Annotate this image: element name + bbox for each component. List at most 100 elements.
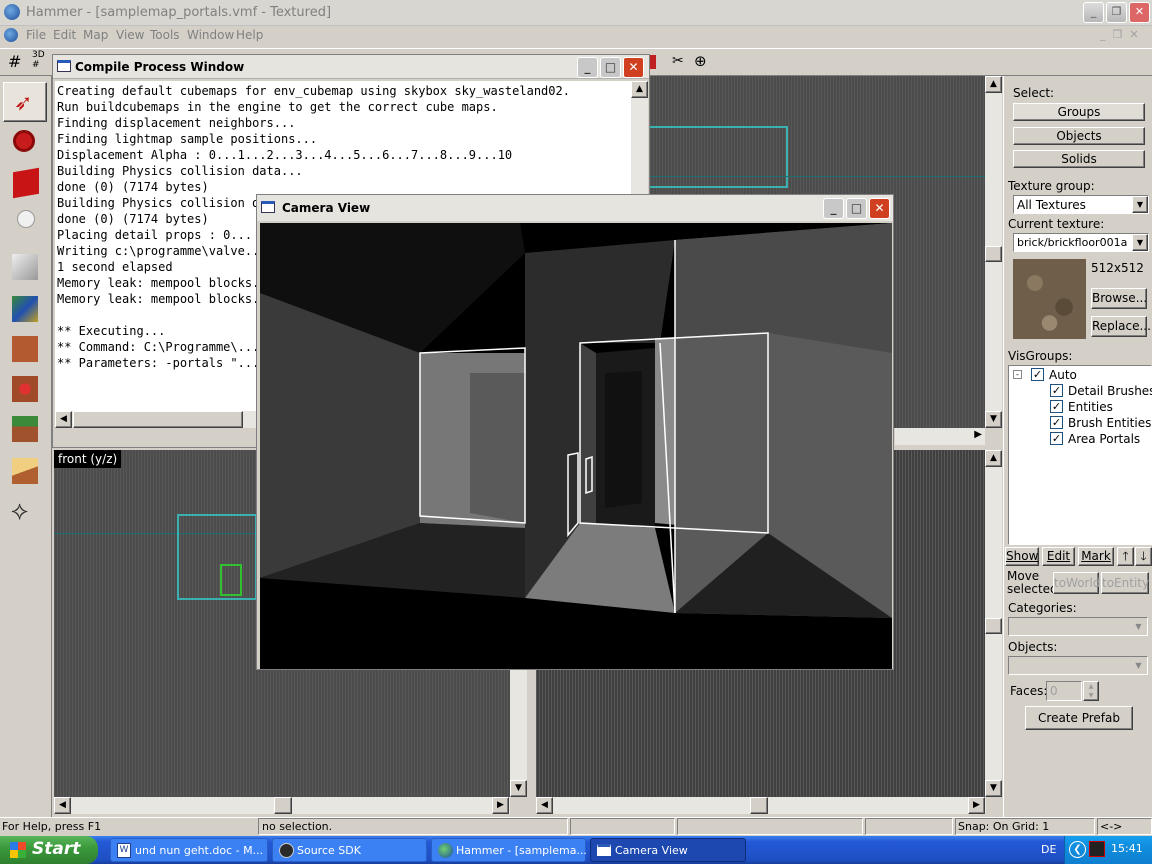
camera-viewport[interactable] (260, 223, 892, 669)
target-tool-icon[interactable]: ⊕ (694, 52, 707, 70)
faces-input[interactable]: 0 (1046, 681, 1082, 701)
menu-map[interactable]: Map (83, 28, 108, 42)
edit-button[interactable]: Edit (1042, 547, 1075, 566)
scroll-thumb[interactable] (985, 618, 1002, 634)
texture-group-select[interactable]: All Textures ▼ (1013, 195, 1149, 214)
viewport-front-label: front (y/z) (54, 450, 122, 468)
faces-spinner[interactable]: ▲ ▼ (1083, 681, 1099, 701)
groups-button[interactable]: Groups (1013, 103, 1145, 121)
chevron-down-icon[interactable]: ▼ (1131, 619, 1146, 634)
texture-tool[interactable] (3, 290, 47, 330)
move-up-icon[interactable]: 🡑 (1117, 547, 1134, 566)
to-entity-button[interactable]: toEntity (1101, 572, 1149, 594)
scroll-up-icon[interactable]: ▲ (985, 76, 1002, 93)
viewport-top-right-hscroll[interactable]: ▶ (895, 428, 985, 445)
taskbar-item-camera[interactable]: Camera View (590, 838, 746, 862)
language-indicator[interactable]: DE (1041, 843, 1056, 856)
block-tool[interactable] (3, 248, 47, 288)
chevron-down-icon[interactable]: ▼ (1131, 658, 1146, 673)
viewport-front-vscroll[interactable]: ▼ (510, 670, 527, 797)
visgroup-checkbox[interactable]: ✓ (1050, 416, 1063, 429)
overlay-tool[interactable] (3, 410, 47, 450)
viewport-bottom-right-hscroll[interactable]: ◀ ▶ (536, 797, 986, 814)
minimize-button[interactable]: _ (823, 198, 844, 219)
mark-button[interactable]: Mark (1078, 547, 1114, 566)
solids-button[interactable]: Solids (1013, 150, 1145, 168)
replace-button[interactable]: Replace... (1091, 316, 1151, 337)
camera-title-bar[interactable]: Camera View _ □ ✕ (257, 195, 893, 221)
scroll-right-icon[interactable]: ▶ (974, 429, 982, 440)
decal-tool[interactable] (3, 370, 47, 410)
menu-window[interactable]: Window (187, 28, 234, 42)
viewport-top-right-vscroll[interactable]: ▲ ▼ (985, 76, 1002, 428)
scroll-right-icon[interactable]: ▶ (492, 797, 509, 814)
menu-file[interactable]: File (26, 28, 46, 42)
tree-collapse-icon[interactable]: - (1013, 370, 1022, 379)
viewport-front-hscroll[interactable]: ◀ ▶ (54, 797, 510, 814)
chevron-down-icon[interactable]: ▼ (1132, 234, 1148, 251)
scroll-thumb[interactable] (750, 797, 768, 814)
menu-edit[interactable]: Edit (53, 28, 76, 42)
scroll-up-icon[interactable]: ▲ (985, 450, 1002, 467)
create-prefab-button[interactable]: Create Prefab (1025, 706, 1133, 730)
camera-tool[interactable] (3, 164, 47, 204)
visgroup-checkbox[interactable]: ✓ (1050, 432, 1063, 445)
visgroup-checkbox[interactable]: ✓ (1050, 384, 1063, 397)
selection-tool[interactable]: ➶ (3, 82, 47, 122)
scroll-down-icon[interactable]: ▼ (510, 780, 527, 797)
scroll-right-icon[interactable]: ▶ (968, 797, 985, 814)
clip-tool[interactable] (3, 452, 47, 492)
menu-help[interactable]: Help (236, 28, 263, 42)
apply-texture-tool[interactable] (3, 330, 47, 370)
visgroup-checkbox[interactable]: ✓ (1050, 400, 1063, 413)
categories-select[interactable]: ▼ (1008, 617, 1148, 636)
magnify-tool[interactable] (3, 124, 47, 164)
start-button[interactable]: Start (0, 836, 98, 864)
minimize-button[interactable]: _ (577, 57, 598, 78)
taskbar-item-hammer[interactable]: Hammer - [samplema... (431, 838, 587, 862)
close-button[interactable]: ✕ (1129, 2, 1150, 23)
current-texture-select[interactable]: brick/brickfloor001a ▼ (1013, 233, 1149, 252)
taskbar-item-sdk[interactable]: Source SDK (272, 838, 427, 862)
menu-tools[interactable]: Tools (150, 28, 180, 42)
to-world-button[interactable]: toWorld (1053, 572, 1100, 594)
maximize-button[interactable]: □ (600, 57, 621, 78)
entity-tool[interactable] (3, 206, 47, 246)
scroll-down-icon[interactable]: ▼ (985, 411, 1002, 428)
compile-title-bar[interactable]: Compile Process Window _ □ ✕ (53, 55, 649, 79)
scroll-thumb[interactable] (985, 246, 1002, 262)
menu-view[interactable]: View (116, 28, 144, 42)
vertex-tool[interactable]: ⟡ (3, 492, 47, 532)
visgroup-checkbox[interactable]: ✓ (1031, 368, 1044, 381)
scroll-left-icon[interactable]: ◀ (54, 797, 71, 814)
browse-button[interactable]: Browse... (1091, 288, 1147, 309)
scroll-left-icon[interactable]: ◀ (536, 797, 553, 814)
overlay-cube-icon (12, 416, 38, 442)
chevron-down-icon[interactable]: ▼ (1132, 196, 1148, 213)
minimize-button[interactable]: _ (1083, 2, 1104, 23)
close-button[interactable]: ✕ (869, 198, 890, 219)
visgroups-tree[interactable]: - ✓ Auto ✓ Detail Brushes ✓ Entities ✓ B… (1008, 365, 1152, 545)
viewport-bottom-right-vscroll[interactable]: ▲ ▼ (985, 450, 1002, 797)
show-button[interactable]: Show (1005, 547, 1039, 566)
tray-collapse-icon[interactable]: ❮ (1069, 841, 1086, 858)
taskbar-item-word[interactable]: W und nun geht.doc - M... (110, 838, 268, 862)
visgroup-brush-entities: Brush Entities (1068, 416, 1152, 430)
carve-tool-icon[interactable]: ✂ (672, 53, 684, 69)
grid-icon[interactable]: # (8, 52, 21, 71)
move-down-icon[interactable]: 🡓 (1135, 547, 1152, 566)
grid3d-icon[interactable]: 3D # (32, 50, 45, 70)
maximize-button[interactable]: □ (846, 198, 867, 219)
objects-button[interactable]: Objects (1013, 127, 1145, 145)
close-button[interactable]: ✕ (623, 57, 644, 78)
taskbar-label: Source SDK (297, 844, 361, 857)
scroll-thumb[interactable] (73, 411, 243, 428)
scroll-thumb[interactable] (274, 797, 292, 814)
scroll-left-icon[interactable]: ◀ (55, 411, 72, 428)
scroll-down-icon[interactable]: ▼ (985, 780, 1002, 797)
restore-button[interactable]: ❐ (1106, 2, 1127, 23)
doc-globe-icon (4, 28, 18, 42)
tray-app-icon[interactable] (1089, 841, 1105, 857)
scroll-up-icon[interactable]: ▲ (631, 81, 648, 98)
objects-select[interactable]: ▼ (1008, 656, 1148, 675)
